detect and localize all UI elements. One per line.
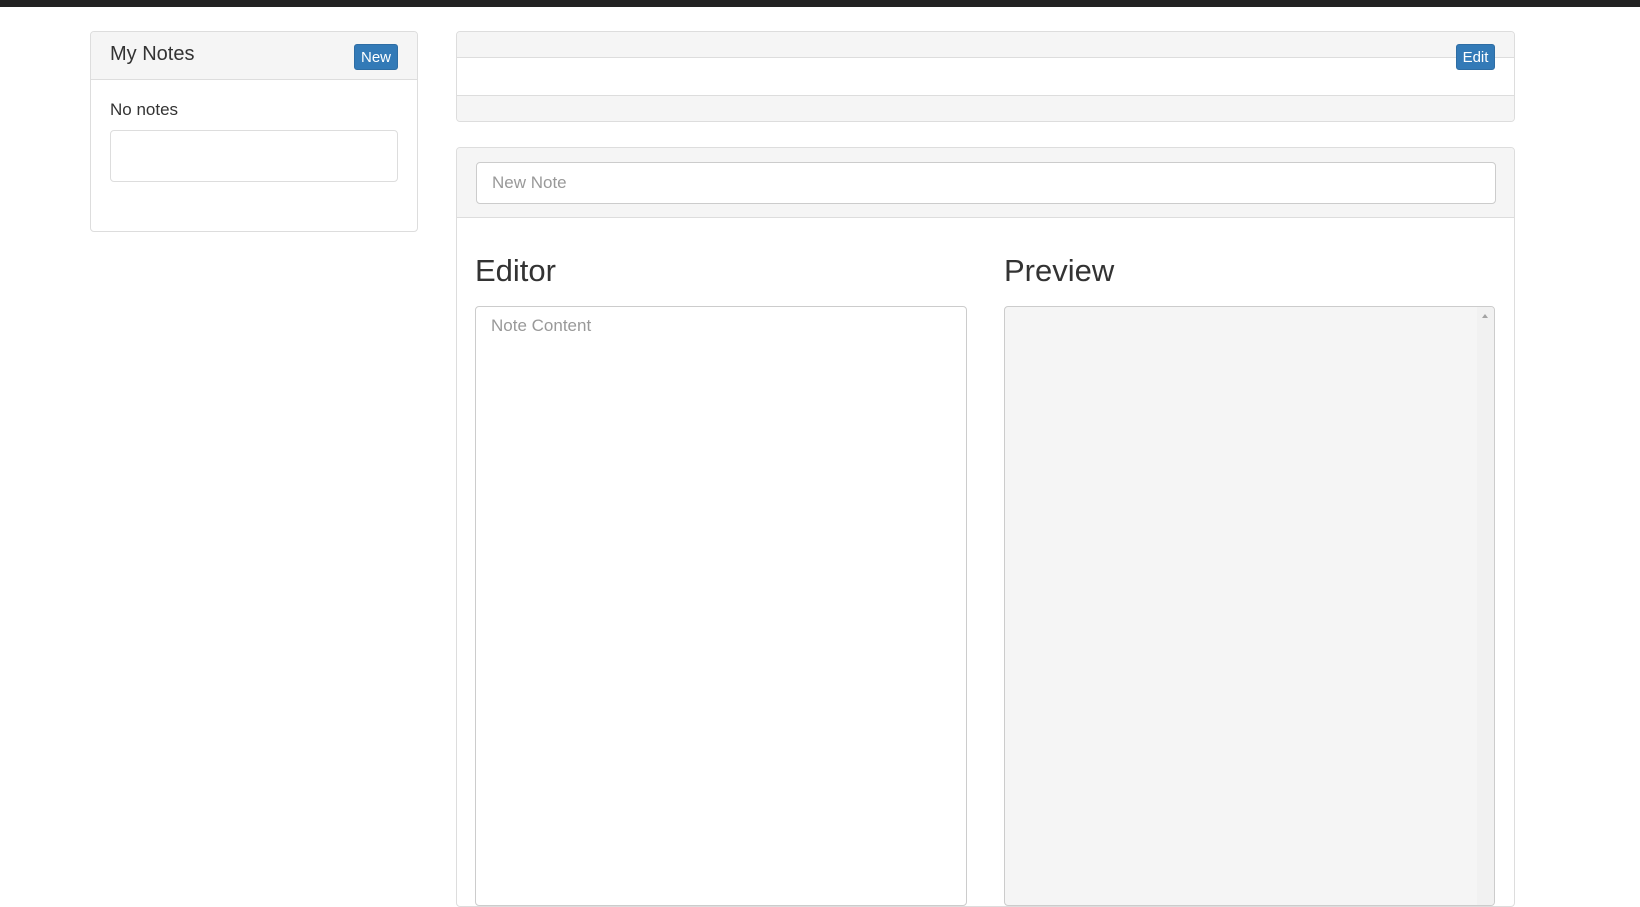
note-header-body <box>457 58 1514 96</box>
edit-note-button[interactable]: Edit <box>1456 44 1495 70</box>
sidebar-heading: My Notes New <box>91 32 417 80</box>
preview-heading: Preview <box>1004 253 1115 288</box>
notes-list-box <box>110 130 398 182</box>
sidebar-title: My Notes <box>110 43 195 65</box>
note-header-heading <box>457 32 1514 58</box>
empty-notes-message: No notes <box>110 100 179 119</box>
note-title-input[interactable] <box>476 162 1496 204</box>
preview-scrollbar[interactable] <box>1477 307 1494 905</box>
sidebar-body: No notes <box>91 80 417 201</box>
note-editor-heading <box>457 148 1514 218</box>
scroll-up-icon[interactable] <box>1482 314 1488 318</box>
note-content-textarea[interactable] <box>475 306 967 906</box>
note-header-footer <box>457 95 1514 121</box>
notes-sidebar-panel: My Notes New No notes <box>90 31 418 232</box>
note-preview-pane <box>1004 306 1495 906</box>
new-note-button[interactable]: New <box>354 44 398 70</box>
top-bar <box>0 0 1640 7</box>
editor-heading: Editor <box>475 253 556 288</box>
note-header-panel: Edit <box>456 31 1515 122</box>
